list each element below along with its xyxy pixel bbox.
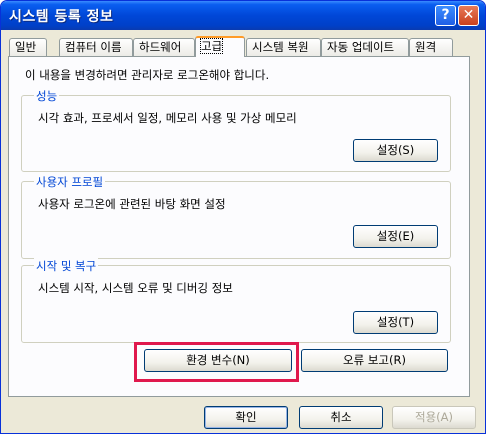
ok-button[interactable]: 확인	[204, 406, 288, 429]
performance-group-label: 성능	[34, 88, 60, 104]
tab-automatic-updates[interactable]: 자동 업데이트	[321, 38, 409, 56]
tab-advanced-label: 고급	[199, 38, 224, 54]
window-title: 시스템 등록 정보	[9, 9, 114, 25]
cancel-button[interactable]: 취소	[299, 406, 383, 429]
error-reporting-button[interactable]: 오류 보고(R)	[301, 349, 448, 372]
tab-hardware[interactable]: 하드웨어	[133, 38, 195, 56]
tab-advanced[interactable]: 고급	[195, 36, 245, 57]
startup-recovery-description: 시스템 시작, 시스템 오류 및 디버깅 정보	[38, 281, 233, 295]
environment-variables-button[interactable]: 환경 변수(N)	[144, 349, 292, 372]
tab-general[interactable]: 일반	[9, 38, 47, 56]
user-profiles-group-label: 사용자 프로필	[34, 174, 106, 190]
admin-note: 이 내용을 변경하려면 관리자로 로그온해야 합니다.	[25, 68, 270, 82]
tab-system-restore[interactable]: 시스템 복원	[246, 38, 321, 56]
performance-group: 성능 시각 효과, 프로세서 일정, 메모리 사용 및 가상 메모리 설정(S)	[21, 88, 451, 172]
user-profiles-settings-button[interactable]: 설정(E)	[353, 225, 438, 248]
startup-recovery-group-label: 시작 및 복구	[34, 258, 99, 274]
title-bar[interactable]: 시스템 등록 정보 ? ✕	[1, 1, 485, 30]
apply-button[interactable]: 적용(A)	[392, 406, 476, 429]
tab-computer-name[interactable]: 컴퓨터 이름	[59, 38, 133, 56]
startup-recovery-group: 시작 및 복구 시스템 시작, 시스템 오류 및 디버깅 정보 설정(T)	[21, 258, 451, 343]
user-profiles-group: 사용자 프로필 사용자 로그온에 관련된 바탕 화면 설정 설정(E)	[21, 174, 451, 259]
user-profiles-description: 사용자 로그온에 관련된 바탕 화면 설정	[38, 197, 226, 211]
help-button[interactable]: ?	[435, 5, 456, 26]
performance-description: 시각 효과, 프로세서 일정, 메모리 사용 및 가상 메모리	[38, 111, 297, 125]
close-button[interactable]: ✕	[458, 5, 479, 26]
system-properties-window: 시스템 등록 정보 ? ✕ 일반 컴퓨터 이름 하드웨어 고급 시스템 복원 자…	[0, 0, 486, 434]
performance-settings-button[interactable]: 설정(S)	[353, 139, 438, 162]
startup-recovery-settings-button[interactable]: 설정(T)	[353, 311, 438, 334]
tab-remote[interactable]: 원격	[409, 38, 453, 56]
